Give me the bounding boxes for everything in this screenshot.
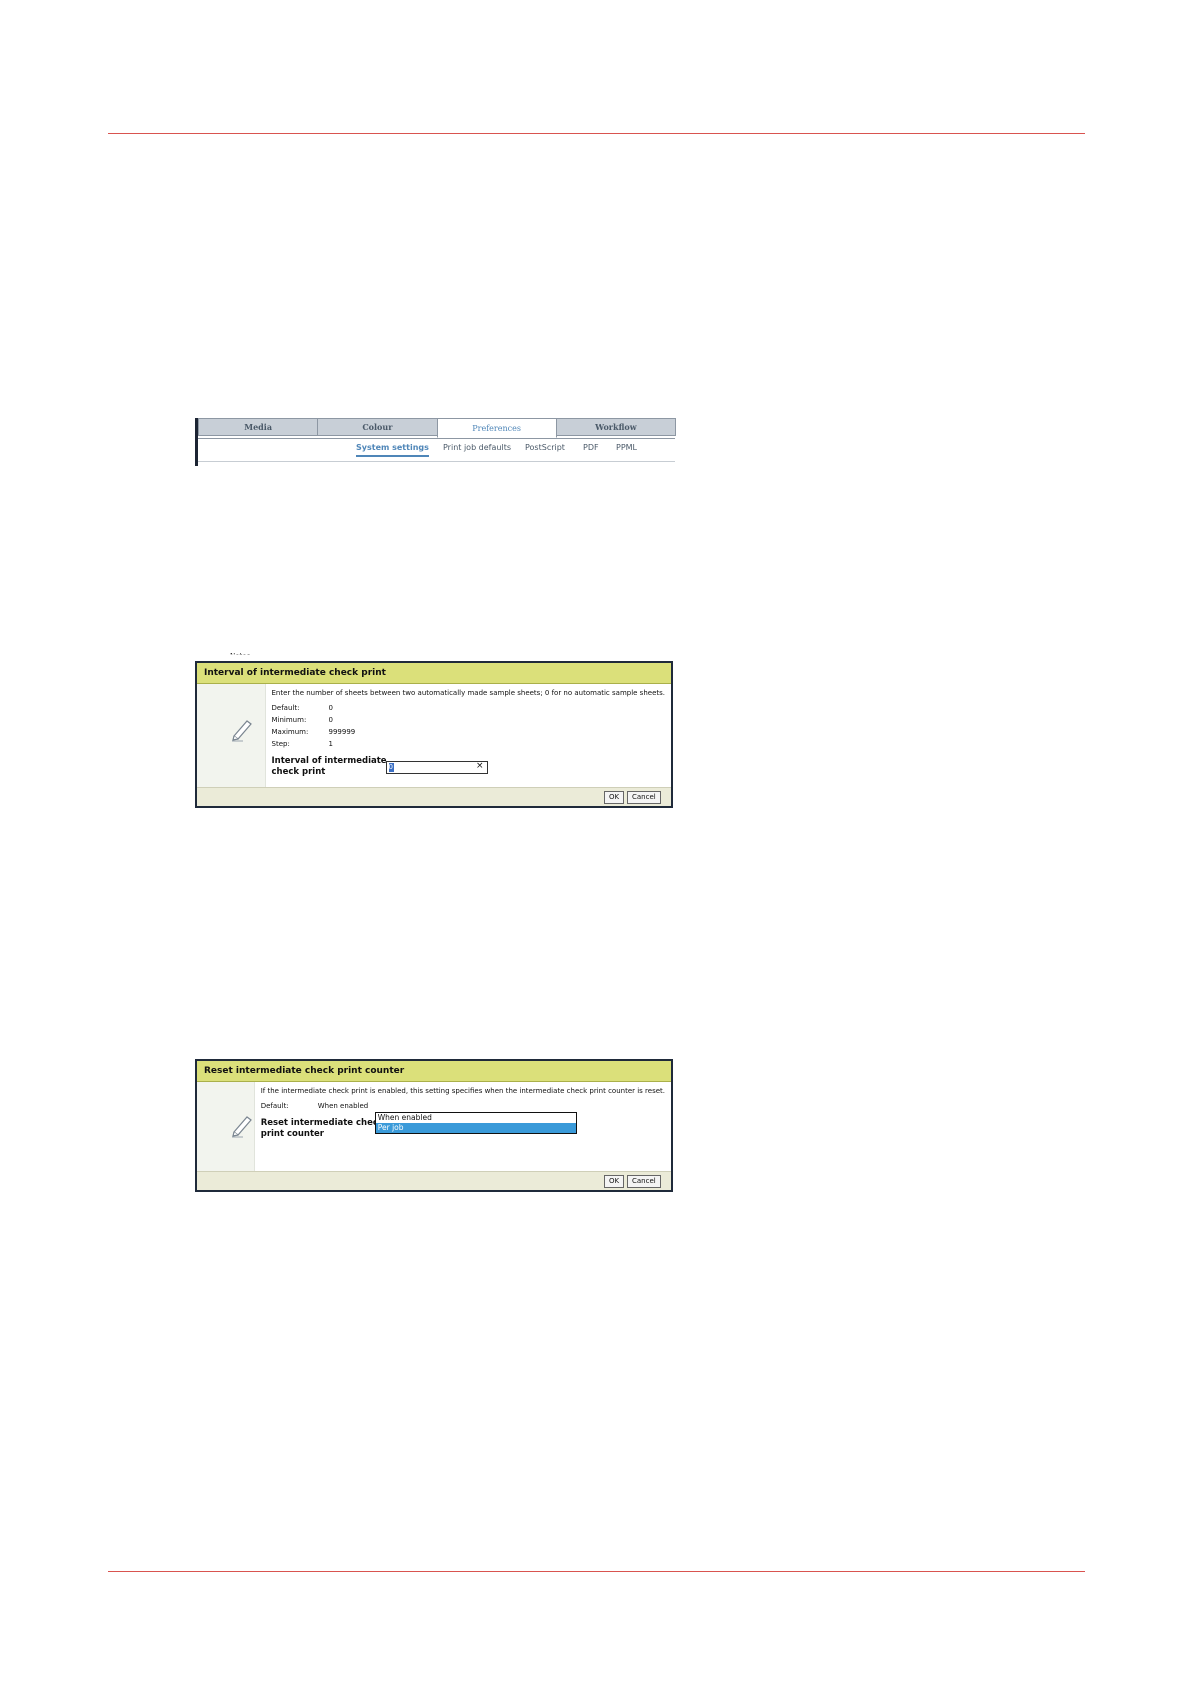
default-row: Default: 0	[272, 704, 666, 716]
subtab-pdf[interactable]: PDF	[583, 443, 599, 452]
dialog-title: Reset intermediate check print counter	[197, 1061, 671, 1082]
subtab-ppml[interactable]: PPML	[616, 443, 637, 452]
dialog-description: If the intermediate check print is enabl…	[260, 1087, 665, 1095]
tab-colour[interactable]: Colour	[317, 418, 438, 436]
default-label: Default:	[260, 1102, 289, 1110]
input-value: 0	[388, 763, 394, 772]
interval-input[interactable]: 0 ×	[385, 761, 488, 774]
dialog-footer: OK Cancel	[197, 787, 671, 806]
dialog-title: Interval of intermediate check print	[197, 663, 671, 684]
header-rule	[108, 133, 1085, 134]
cancel-button[interactable]: Cancel	[627, 791, 661, 804]
default-label: Default:	[271, 704, 300, 712]
minimum-label: Minimum:	[271, 716, 307, 724]
tab-preferences[interactable]: Preferences	[436, 418, 557, 438]
reset-counter-select[interactable]: When enabled Per job	[374, 1112, 577, 1134]
maximum-row: Maximum: 999999	[272, 728, 666, 740]
main-tabs: Media Colour Preferences Workflow	[198, 418, 676, 438]
option-per-job[interactable]: Per job	[375, 1123, 576, 1133]
cancel-button[interactable]: Cancel	[627, 1175, 661, 1188]
partial-notes-label: Notes	[230, 652, 251, 660]
subtab-system-settings[interactable]: System settings	[356, 443, 429, 457]
interval-check-print-dialog: Interval of intermediate check print Ent…	[195, 661, 673, 808]
step-row: Step: 1	[272, 740, 666, 752]
subtab-print-job-defaults[interactable]: Print job defaults	[443, 443, 511, 452]
option-when-enabled[interactable]: When enabled	[376, 1113, 576, 1123]
dialog-icon-panel	[197, 1082, 255, 1171]
dialog-icon-panel	[197, 684, 266, 787]
pencil-icon	[232, 1116, 252, 1138]
ok-button[interactable]: OK	[604, 791, 625, 804]
tab-media[interactable]: Media	[198, 418, 319, 436]
pencil-icon	[232, 720, 252, 742]
dialog-description: Enter the number of sheets between two a…	[271, 689, 666, 697]
footer-rule	[108, 1571, 1085, 1572]
sub-tabs: System settings Print job defaults PostS…	[198, 438, 675, 462]
minimum-row: Minimum: 0	[272, 716, 666, 728]
subtab-postscript[interactable]: PostScript	[525, 443, 565, 452]
default-value: When enabled	[317, 1102, 369, 1110]
step-value: 1	[328, 740, 333, 748]
dialog-footer: OK Cancel	[197, 1171, 671, 1190]
ok-button[interactable]: OK	[604, 1175, 625, 1188]
default-value: 0	[328, 704, 333, 712]
maximum-label: Maximum:	[271, 728, 309, 736]
settings-tab-strip: Media Colour Preferences Workflow System…	[195, 418, 676, 466]
reset-check-print-counter-dialog: Reset intermediate check print counter I…	[195, 1059, 673, 1192]
minimum-value: 0	[328, 716, 333, 724]
clear-icon[interactable]: ×	[476, 761, 484, 771]
maximum-value: 999999	[328, 728, 356, 736]
step-label: Step:	[271, 740, 290, 748]
tab-workflow[interactable]: Workflow	[555, 418, 676, 436]
